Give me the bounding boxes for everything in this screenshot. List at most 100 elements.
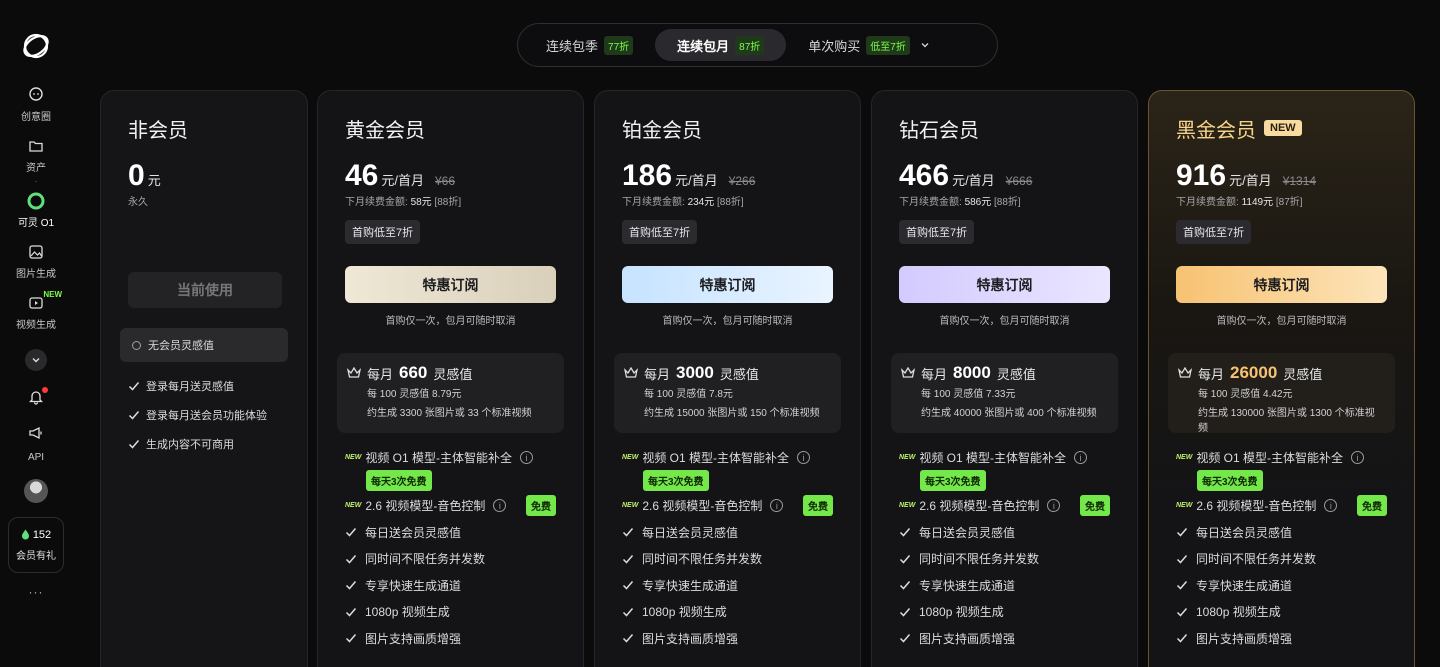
- free-daily-pill: 每天3次免费: [1197, 470, 1263, 491]
- feature-label: 2.6 视频模型-音色控制: [642, 499, 763, 513]
- sidebar-item-api[interactable]: API: [4, 424, 68, 463]
- feature-26-voice: NEW 2.6 视频模型-音色控制 i 免费: [1176, 495, 1387, 516]
- list-item: 同时间不限任务并发数: [345, 551, 556, 568]
- info-icon[interactable]: i: [1047, 499, 1061, 512]
- sidebar: 创意圈 资产 · 可灵 O1 图片生成 NEW 视频生成 API 152 会员有…: [0, 0, 72, 667]
- current-plan-button: 当前使用: [128, 272, 282, 308]
- list-item: 专享快速生成通道: [899, 577, 1110, 594]
- feature-label: 2.6 视频模型-音色控制: [1196, 499, 1317, 513]
- free-pill: 免费: [1080, 495, 1110, 516]
- discount-badge: 77折: [604, 35, 634, 55]
- info-icon[interactable]: i: [770, 499, 784, 512]
- renewal-note: 下月续费金额: 1149元 [87折]: [1176, 193, 1387, 208]
- renewal-value: 1149元: [1241, 197, 1274, 208]
- original-price: ¥666: [1005, 174, 1033, 188]
- collapse-button[interactable]: [25, 349, 47, 371]
- quota-unit: 灵感值: [433, 366, 473, 382]
- info-icon[interactable]: i: [520, 451, 534, 464]
- tab-quarterly[interactable]: 连续包季 77折: [524, 29, 655, 61]
- sidebar-item-community[interactable]: 创意圈: [4, 86, 68, 123]
- plan-name: 黄金会员: [345, 117, 556, 142]
- info-icon[interactable]: i: [797, 451, 811, 464]
- plan-name-label: 黄金会员: [345, 119, 425, 142]
- renewal-label: 下月续费金额:: [1176, 197, 1239, 208]
- renewal-discount: [87折]: [1275, 197, 1303, 208]
- info-icon[interactable]: i: [1074, 451, 1088, 464]
- sidebar-item-video-gen[interactable]: NEW 视频生成: [4, 290, 68, 331]
- quota-value: 3000: [676, 363, 714, 382]
- check-icon: [1176, 581, 1188, 590]
- plan-name: 非会员: [128, 119, 188, 142]
- sidebar-item-kling-o1[interactable]: 可灵 O1: [4, 192, 68, 229]
- crown-icon: [1178, 367, 1192, 378]
- info-icon[interactable]: i: [1324, 499, 1338, 512]
- subscribe-button[interactable]: 特惠订阅: [899, 266, 1110, 303]
- feature-label: 同时间不限任务并发数: [919, 552, 1040, 567]
- feature-label: 专享快速生成通道: [642, 578, 739, 593]
- info-icon[interactable]: i: [1351, 451, 1365, 464]
- feature-label: 图片支持画质增强: [365, 631, 462, 646]
- sidebar-item-assets[interactable]: 资产: [4, 137, 68, 174]
- api-label: API: [27, 452, 45, 463]
- quota-main: 每月 26000 灵感值: [1178, 363, 1383, 383]
- check-icon: [1176, 554, 1188, 564]
- renewal-label: 下月续费金额:: [899, 197, 962, 208]
- price-row: 186 元/首月 ¥266: [622, 159, 833, 192]
- subscribe-button[interactable]: 特惠订阅: [622, 266, 833, 303]
- more-icon[interactable]: ···: [29, 585, 44, 599]
- check-icon: [128, 411, 140, 420]
- feature-label: 视频 O1 模型-主体智能补全: [919, 451, 1067, 465]
- check-icon: [899, 554, 911, 564]
- subscribe-button[interactable]: 特惠订阅: [345, 266, 556, 303]
- feature-list: 每日送会员灵感值 同时间不限任务并发数 专享快速生成通道 1080p 视频生成 图片支持…: [345, 524, 556, 647]
- radio-icon: [132, 340, 141, 350]
- quota-prefix: 每月: [1198, 366, 1225, 382]
- list-item: 每日送会员灵感值: [1176, 524, 1387, 541]
- first-purchase-tag: 首购低至7折: [899, 220, 975, 244]
- list-item: 1080p 视频生成: [899, 604, 1110, 621]
- feature-label: 每日送会员灵感值: [642, 525, 739, 540]
- plan-name: 钻石会员: [899, 117, 1110, 142]
- plan-card-black-gold: 黑金会员 NEW 916 元/首月 ¥1314 下月续费金额: 1149元 [8…: [1148, 90, 1415, 667]
- check-icon: [345, 528, 357, 537]
- check-icon: [345, 581, 357, 590]
- list-item: 生成内容不可商用: [128, 436, 280, 452]
- feature-list: 每日送会员灵感值 同时间不限任务并发数 专享快速生成通道 1080p 视频生成 图片支持…: [1176, 524, 1387, 647]
- tab-single-purchase[interactable]: 单次购买 低至7折: [786, 29, 952, 61]
- crown-icon: [624, 367, 638, 378]
- check-icon: [1176, 634, 1188, 643]
- quota-unit: 灵感值: [1283, 366, 1323, 382]
- quota-value: 660: [399, 363, 428, 382]
- price: 916: [1176, 159, 1227, 192]
- sidebar-item-label: 图片生成: [16, 269, 56, 280]
- feature-label: 图片支持画质增强: [919, 631, 1016, 646]
- points-value: 152: [32, 528, 52, 541]
- quota-price-line: 每 100 灵感值 4.42元: [1198, 389, 1293, 400]
- quota-estimate-line: 约生成 15000 张图片或 150 个标准视频: [644, 408, 820, 419]
- quota-main: 每月 8000 灵感值: [901, 363, 1106, 383]
- list-item: 1080p 视频生成: [1176, 604, 1387, 621]
- notification-button[interactable]: [28, 387, 48, 410]
- chevron-down-icon: [32, 358, 40, 363]
- info-icon[interactable]: i: [493, 499, 507, 512]
- renewal-discount: [88折]: [717, 197, 744, 208]
- kling-logo-icon[interactable]: [20, 30, 52, 62]
- chat-bubble-icon: [27, 86, 45, 104]
- check-icon: [899, 528, 911, 537]
- renewal-discount: [88折]: [434, 197, 462, 208]
- list-item: 同时间不限任务并发数: [1176, 551, 1387, 568]
- subscribe-note: 首购仅一次，包月可随时取消: [939, 316, 1070, 327]
- feature-label: 1080p 视频生成: [365, 605, 450, 620]
- list-item: 图片支持画质增强: [899, 630, 1110, 647]
- list-item: 每日送会员灵感值: [622, 524, 833, 541]
- subscribe-button[interactable]: 特惠订阅: [1176, 266, 1387, 303]
- new-tag: NEW: [1176, 502, 1193, 509]
- feature-label: 登录每月送灵感值: [146, 381, 234, 393]
- plan-name-label: 钻石会员: [899, 119, 979, 142]
- tab-monthly[interactable]: 连续包月 87折: [655, 29, 787, 61]
- member-gift-button[interactable]: 152 会员有礼: [8, 517, 64, 573]
- check-icon: [622, 528, 634, 537]
- avatar[interactable]: [24, 479, 48, 503]
- sidebar-item-image-gen[interactable]: 图片生成: [4, 243, 68, 280]
- renewal-note: 下月续费金额: 586元 [88折]: [899, 193, 1110, 208]
